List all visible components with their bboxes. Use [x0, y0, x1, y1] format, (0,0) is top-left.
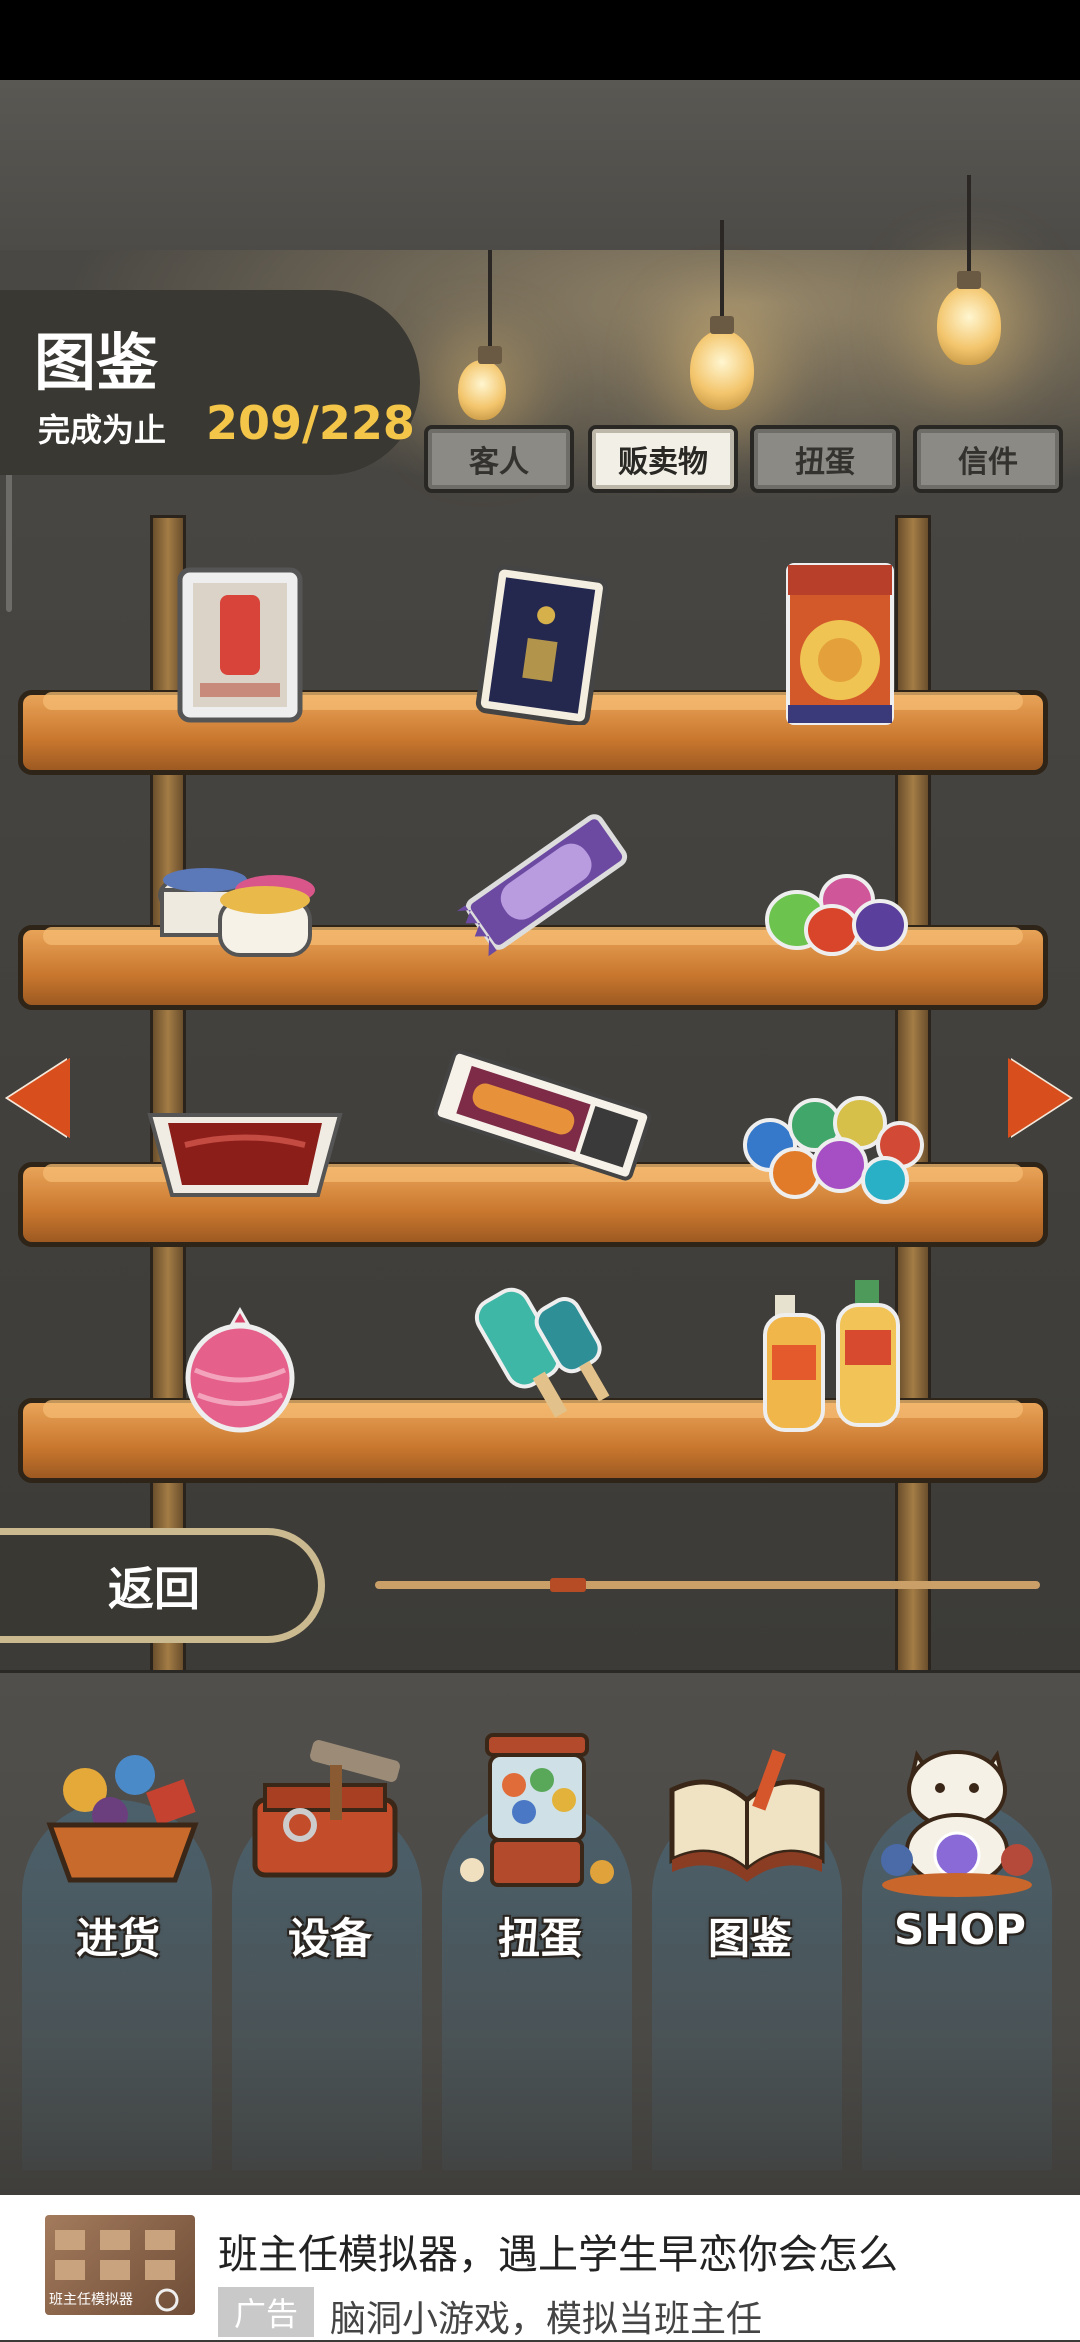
round-snack-bag-icon[interactable] — [780, 555, 900, 730]
page-scroll-thumb[interactable] — [550, 1578, 586, 1592]
hanging-bulb-icon — [458, 250, 506, 420]
back-button[interactable]: 返回 — [0, 1528, 325, 1643]
ad-description[interactable]: 脑洞小游戏，模拟当班主任 — [330, 2290, 762, 2342]
hanging-bulb-icon — [937, 175, 1001, 365]
stock-basket-icon[interactable] — [35, 1730, 205, 1900]
edge-scroll-indicator — [6, 462, 12, 612]
nav-label-equipment[interactable]: 设备 — [230, 1905, 430, 1966]
status-bar — [0, 0, 1080, 80]
open-book-icon[interactable] — [662, 1730, 832, 1900]
fruit-milk-bottles-icon[interactable] — [760, 1270, 910, 1435]
hanging-bulb-icon — [690, 220, 754, 410]
progress-label: 完成为止 — [38, 411, 167, 449]
toolbox-icon[interactable] — [240, 1730, 410, 1900]
pudding-cups-icon[interactable] — [150, 845, 325, 965]
boxed-drink-card-icon[interactable] — [175, 565, 305, 725]
nav-label-collection[interactable]: 图鉴 — [650, 1905, 850, 1966]
navy-charm-card-icon[interactable] — [475, 565, 610, 725]
prev-page-arrow-icon[interactable] — [8, 1058, 70, 1138]
next-page-arrow-icon[interactable] — [1008, 1058, 1070, 1138]
top-decoration-band — [0, 80, 1080, 250]
purple-wrapped-candy-icon[interactable] — [455, 800, 635, 960]
ad-badge: 广告 — [218, 2287, 314, 2337]
page-scroll-track[interactable] — [375, 1581, 1040, 1589]
progress-count: 209/228 — [206, 396, 415, 450]
pink-water-balloon-icon[interactable] — [180, 1300, 300, 1435]
stick-snack-pack-icon[interactable] — [430, 1040, 655, 1190]
lucky-cat-icon[interactable] — [872, 1730, 1042, 1900]
tab-guests[interactable]: 客人 — [424, 425, 574, 493]
nav-label-stock[interactable]: 进货 — [18, 1905, 218, 1966]
nav-label-shop[interactable]: SHOP — [860, 1905, 1060, 1954]
nav-label-gacha[interactable]: 扭蛋 — [440, 1905, 640, 1966]
jelly-tray-icon[interactable] — [140, 1085, 350, 1205]
marble-candies-icon[interactable] — [740, 1085, 935, 1205]
ad-title[interactable]: 班主任模拟器，遇上学生早恋你会怎么 — [218, 2222, 898, 2280]
ice-pops-icon[interactable] — [460, 1275, 630, 1445]
gacha-machine-icon[interactable] — [452, 1730, 622, 1900]
page-title: 图鉴 — [34, 326, 159, 399]
tab-gacha[interactable]: 扭蛋 — [750, 425, 900, 493]
tab-letters[interactable]: 信件 — [913, 425, 1063, 493]
ad-thumb-caption: 班主任模拟器 — [49, 2292, 133, 2308]
tab-merchandise[interactable]: 贩卖物 — [588, 425, 738, 493]
gummy-drops-icon[interactable] — [762, 870, 912, 960]
ad-thumbnail[interactable]: 班主任模拟器 — [45, 2215, 195, 2315]
